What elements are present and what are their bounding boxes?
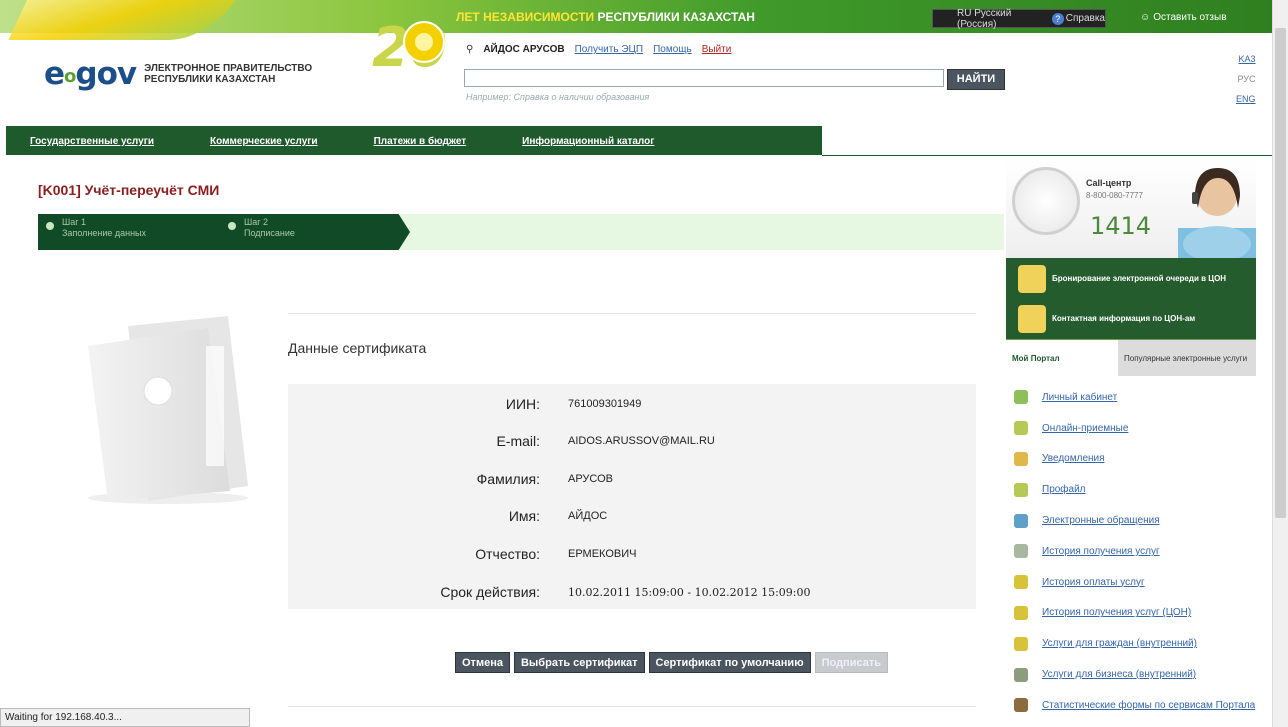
logo-text: ЭЛЕКТРОННОЕ ПРАВИТЕЛЬСТВО РЕСПУБЛИКИ КАЗ… — [144, 63, 313, 85]
sidebar-item-online-reception[interactable]: Онлайн-приемные — [1006, 413, 1256, 444]
sidebar-item-personal-cabinet[interactable]: Личный кабинет — [1006, 382, 1256, 413]
help-link[interactable]: ? Справка — [1051, 12, 1105, 25]
page-title: [K001] Учёт-переучёт СМИ — [38, 182, 220, 198]
nav-info-catalog[interactable]: Информационный каталог — [494, 126, 682, 155]
pencil-icon — [1014, 421, 1028, 436]
phone-icon — [1012, 167, 1080, 235]
get-signature-link[interactable]: Получить ЭЦП — [575, 44, 644, 55]
step-dot-icon — [46, 222, 54, 230]
certificate-title: Данные сертификата — [288, 340, 427, 356]
cert-row-patronymic: Отчество: ЕРМЕКОВИЧ — [475, 546, 637, 562]
feedback-link[interactable]: ☺ Оставить отзыв — [1140, 12, 1227, 23]
sign-button[interactable]: Подписать — [814, 652, 888, 673]
divider — [288, 706, 976, 707]
default-certificate-button[interactable]: Сертификат по умолчанию — [648, 652, 811, 673]
sidebar-item-profile[interactable]: Профайл — [1006, 474, 1256, 505]
appeal-icon — [1014, 513, 1028, 528]
user-icon: ⚲ — [466, 44, 474, 55]
binder-illustration — [88, 316, 248, 504]
con-history-icon — [1014, 605, 1028, 620]
call-center-label: Call-центр — [1086, 178, 1132, 188]
search-input[interactable] — [464, 69, 944, 87]
cert-row-validity: Срок действия: 10.02.2011 15:09:00 - 10.… — [440, 584, 811, 600]
sidebar-item-business-services[interactable]: Услуги для бизнеса (внутренний) — [1006, 659, 1256, 690]
step-2: Шаг 2 Подписание — [220, 214, 410, 250]
business-icon — [1014, 667, 1028, 682]
language-select[interactable]: RU Русский (Россия) ? Справка — [932, 8, 1106, 30]
tab-popular-services[interactable]: Популярные электронные услуги — [1118, 340, 1256, 376]
sidebar-item-e-appeals[interactable]: Электронные обращения — [1006, 505, 1256, 536]
cert-row-iin: ИИН: 761009301949 — [505, 396, 642, 412]
statistics-icon — [1014, 698, 1028, 713]
top-banner: ЛЕТ НЕЗАВИСИМОСТИ РЕСПУБЛИКИ КАЗАХСТАН R… — [0, 0, 1272, 40]
decorative-ribbon — [8, 0, 242, 40]
sidebar-item-notifications[interactable]: Уведомления — [1006, 444, 1256, 475]
action-buttons: Отмена Выбрать сертификат Сертификат по … — [455, 652, 888, 673]
page: { "banner": { "text_highlight": "ЛЕТ НЕЗ… — [0, 0, 1288, 727]
sidebar-item-con-history[interactable]: История получения услуг (ЦОН) — [1006, 598, 1256, 629]
cert-row-firstname: Имя: АЙДОС — [508, 508, 608, 524]
call-center-phone: 8-800-080-7777 — [1086, 191, 1143, 200]
operator-avatar — [1178, 168, 1256, 258]
queue-icon — [1018, 264, 1046, 293]
browser-status-bar: Waiting for 192.168.40.3... — [0, 708, 250, 727]
exit-link[interactable]: Выйти — [702, 44, 732, 55]
cert-row-email: E-mail: AIDOS.ARUSSOV@MAIL.RU — [496, 433, 715, 449]
lang-rus[interactable]: РУС — [1236, 74, 1255, 84]
user-name: АЙДОС АРУСОВ — [483, 44, 565, 55]
book-queue-banner[interactable]: Бронирование электронной очереди в ЦОН — [1006, 258, 1256, 300]
choose-certificate-button[interactable]: Выбрать сертификат — [513, 652, 645, 673]
call-center-short-number: 1414 — [1090, 212, 1152, 240]
scrollbar[interactable] — [1272, 0, 1288, 727]
certificate-table: ИИН: 761009301949 E-mail: AIDOS.ARUSSOV@… — [288, 384, 976, 609]
lang-kaz[interactable]: KA3 — [1236, 54, 1256, 64]
nav-divider — [822, 155, 1272, 156]
sidebar-item-payment-history[interactable]: История оплаты услуг — [1006, 567, 1256, 598]
history-icon — [1014, 544, 1028, 559]
help-icon: ? — [1051, 12, 1064, 25]
contacts-icon — [1018, 304, 1046, 333]
home-icon — [1014, 390, 1028, 405]
feedback-icon: ☺ — [1140, 12, 1151, 23]
sidebar-item-service-history[interactable]: История получения услуг — [1006, 536, 1256, 567]
banner-text: ЛЕТ НЕЗАВИСИМОСТИ РЕСПУБЛИКИ КАЗАХСТАН — [456, 10, 755, 24]
step-1: Шаг 1 Заполнение данных — [38, 214, 228, 250]
sidebar-item-statistical-forms[interactable]: Статистические формы по сервисам Портала — [1006, 690, 1256, 721]
language-switcher: KA3 РУС ENG — [1236, 54, 1256, 104]
egov-logo[interactable]: eogov ЭЛЕКТРОННОЕ ПРАВИТЕЛЬСТВО РЕСПУБЛИ… — [44, 56, 344, 92]
search-button[interactable]: НАЙТИ — [947, 69, 1005, 90]
step-progress: Шаг 1 Заполнение данных Шаг 2 Подписание — [38, 214, 1004, 250]
divider — [288, 313, 976, 314]
lang-eng[interactable]: ENG — [1236, 94, 1256, 104]
search-hint: Например: Справка о наличии образования — [466, 92, 650, 102]
sidebar-item-citizen-services[interactable]: Услуги для граждан (внутренний) — [1006, 628, 1256, 659]
nav-commercial-services[interactable]: Коммерческие услуги — [182, 126, 346, 155]
tab-my-portal[interactable]: Мой Портал — [1006, 340, 1118, 376]
sidebar-tabs: Мой Портал Популярные электронные услуги — [1006, 340, 1256, 376]
notification-icon — [1014, 451, 1028, 466]
nav-budget-payments[interactable]: Платежи в бюджет — [346, 126, 495, 155]
sidebar-menu: Личный кабинет Онлайн-приемные Уведомлен… — [1006, 382, 1256, 721]
scrollbar-thumb[interactable] — [1275, 28, 1286, 518]
payment-icon — [1014, 575, 1028, 590]
cert-row-lastname: Фамилия: АРУСОВ — [476, 471, 614, 487]
help-link-header[interactable]: Помощь — [653, 44, 692, 55]
user-bar: ⚲ АЙДОС АРУСОВ Получить ЭЦП Помощь Выйти — [466, 44, 731, 55]
nav-gov-services[interactable]: Государственные услуги — [6, 126, 182, 155]
main-nav: Государственные услуги Коммерческие услу… — [6, 126, 822, 157]
cancel-button[interactable]: Отмена — [455, 652, 510, 673]
profile-icon — [1014, 482, 1028, 497]
citizen-icon — [1014, 636, 1028, 651]
con-contacts-banner[interactable]: Контактная информация по ЦОН-ам — [1006, 298, 1256, 340]
logo-mark: eogov — [44, 56, 137, 92]
step-dot-icon — [228, 222, 236, 230]
independence-20-emblem: 20 — [372, 16, 447, 79]
